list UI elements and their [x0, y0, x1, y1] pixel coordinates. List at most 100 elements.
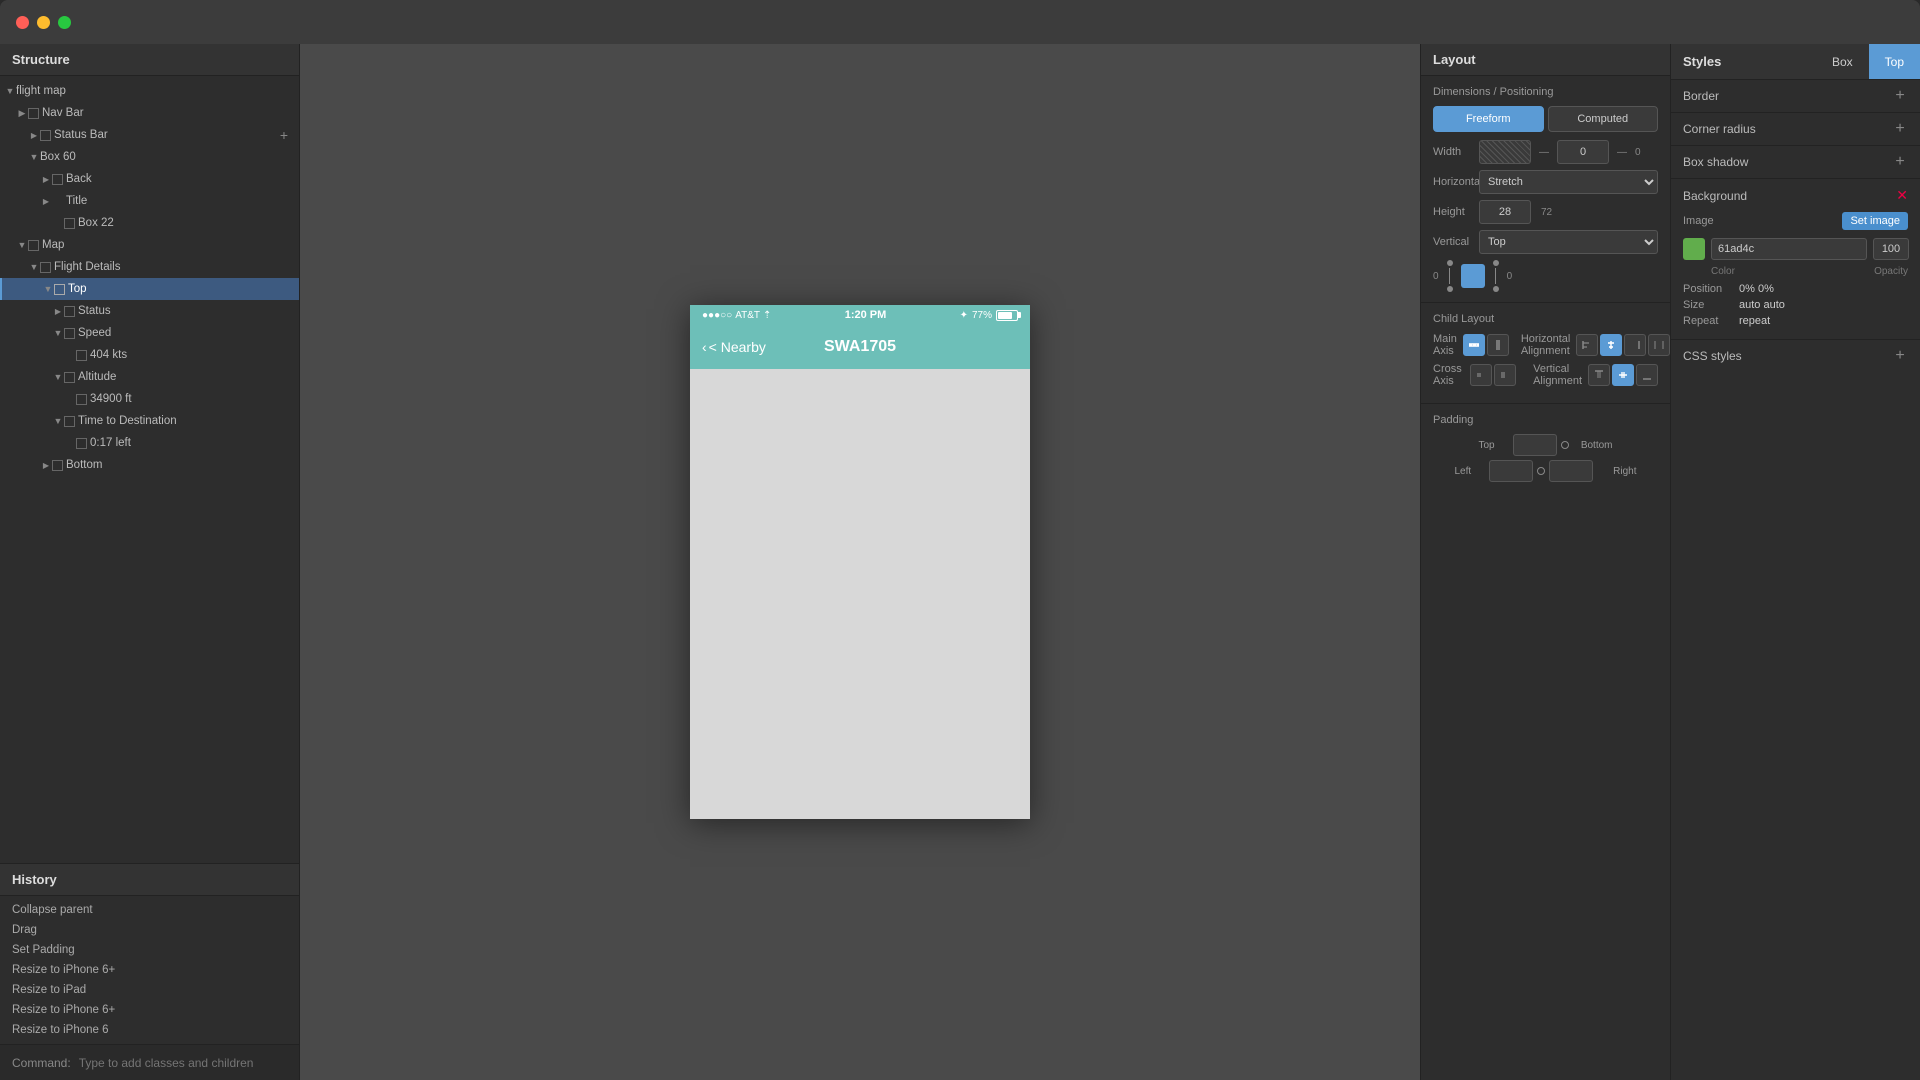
tree-label-017left: 0:17 left — [90, 437, 291, 449]
checkbox-title[interactable] — [52, 196, 63, 207]
freeform-button[interactable]: Freeform — [1433, 106, 1544, 132]
padding-title: Padding — [1433, 414, 1658, 426]
padding-left-input[interactable] — [1489, 460, 1533, 482]
vert-center-btn[interactable] — [1612, 364, 1634, 386]
checkbox-navbar[interactable] — [28, 108, 39, 119]
cross-btn-2[interactable] — [1494, 364, 1516, 386]
history-item-3[interactable]: Resize to iPhone 6+ — [0, 960, 299, 980]
tree-item-altitude[interactable]: ▼ Altitude — [0, 366, 299, 388]
align-left-btn[interactable] — [1576, 334, 1598, 356]
checkbox-box22[interactable] — [64, 218, 75, 229]
tree-item-top[interactable]: ▼ Top — [0, 278, 299, 300]
history-item-2[interactable]: Set Padding — [0, 940, 299, 960]
vertical-select[interactable]: Top — [1479, 230, 1658, 254]
vert-bottom-btn[interactable] — [1636, 364, 1658, 386]
bg-position-row: Position 0% 0% — [1683, 283, 1908, 295]
axis-btn-col[interactable] — [1487, 334, 1509, 356]
tree-item-time-to-dest[interactable]: ▼ Time to Destination — [0, 410, 299, 432]
add-border-button[interactable]: + — [1892, 88, 1908, 104]
cross-btn-1[interactable] — [1470, 364, 1492, 386]
history-panel: History Collapse parent Drag Set Padding… — [0, 863, 299, 1044]
pos-dot-tr — [1493, 260, 1499, 266]
align-justify-btn[interactable] — [1648, 334, 1670, 356]
styles-title: Styles — [1683, 54, 1816, 69]
padding-top-input[interactable] — [1513, 434, 1557, 456]
checkbox-bottom[interactable] — [52, 460, 63, 471]
close-button[interactable] — [16, 16, 29, 29]
tree-item-404kts[interactable]: 404 kts — [0, 344, 299, 366]
tree-item-flight-map[interactable]: ▼ flight map — [0, 80, 299, 102]
remove-background-button[interactable]: ✕ — [1896, 187, 1908, 204]
history-item-6[interactable]: Resize to iPhone 6 — [0, 1020, 299, 1040]
add-corner-radius-button[interactable]: + — [1892, 121, 1908, 137]
tree-item-speed[interactable]: ▼ Speed — [0, 322, 299, 344]
tree-item-34900ft[interactable]: 34900 ft — [0, 388, 299, 410]
horizontal-select[interactable]: Stretch — [1479, 170, 1658, 194]
tree-arrow-map: ▼ — [16, 239, 28, 251]
tree-item-back[interactable]: ▶ Back — [0, 168, 299, 190]
maximize-button[interactable] — [58, 16, 71, 29]
tree-arrow: ▼ — [4, 85, 16, 97]
checkbox-status[interactable] — [64, 306, 75, 317]
checkbox-altitude[interactable] — [64, 372, 75, 383]
computed-button[interactable]: Computed — [1548, 106, 1659, 132]
tree-item-flight-details[interactable]: ▼ Flight Details — [0, 256, 299, 278]
tree-item-box60[interactable]: ▼ Box 60 — [0, 146, 299, 168]
minimize-button[interactable] — [37, 16, 50, 29]
width-input[interactable] — [1557, 140, 1609, 164]
battery-fill — [998, 312, 1012, 319]
tab-box[interactable]: Box — [1816, 44, 1869, 79]
layout-header: Layout — [1421, 44, 1670, 76]
nav-back-button[interactable]: ‹ < Nearby — [702, 339, 766, 355]
height-input[interactable] — [1479, 200, 1531, 224]
bg-position-label: Position — [1683, 283, 1733, 295]
add-box-shadow-button[interactable]: + — [1892, 154, 1908, 170]
tree-item-map[interactable]: ▼ Map — [0, 234, 299, 256]
history-item-4[interactable]: Resize to iPad — [0, 980, 299, 1000]
align-right-btn[interactable] — [1624, 334, 1646, 356]
align-center-btn[interactable] — [1600, 334, 1622, 356]
command-input[interactable] — [79, 1056, 287, 1070]
main-axis-label: Main Axis — [1433, 333, 1457, 357]
padding-right-label: Right — [1597, 466, 1637, 477]
add-css-styles-button[interactable]: + — [1892, 348, 1908, 364]
padding-right-input[interactable] — [1549, 460, 1593, 482]
left-panel: Structure ▼ flight map ▶ Nav Bar ▶ — [0, 44, 300, 1080]
add-status-bar-button[interactable]: + — [277, 128, 291, 142]
checkbox-404kts[interactable] — [76, 350, 87, 361]
tree-item-status-bar[interactable]: ▶ Status Bar + — [0, 124, 299, 146]
history-item-0[interactable]: Collapse parent — [0, 900, 299, 920]
opacity-input[interactable] — [1873, 238, 1909, 260]
tab-top[interactable]: Top — [1869, 44, 1920, 79]
history-item-1[interactable]: Drag — [0, 920, 299, 940]
history-item-5[interactable]: Resize to iPhone 6+ — [0, 1000, 299, 1020]
tree-arrow-time-to-dest: ▼ — [52, 415, 64, 427]
color-swatch[interactable] — [1683, 238, 1705, 260]
checkbox-34900ft[interactable] — [76, 394, 87, 405]
checkbox-back[interactable] — [52, 174, 63, 185]
child-layout-section: Child Layout Main Axis Horizontal Alignm… — [1421, 303, 1670, 404]
wifi-icon: ⇡ — [763, 310, 771, 321]
checkbox-flight-details[interactable] — [40, 262, 51, 273]
vert-top-btn[interactable] — [1588, 364, 1610, 386]
tree-item-nav-bar[interactable]: ▶ Nav Bar — [0, 102, 299, 124]
tree-item-017left[interactable]: 0:17 left — [0, 432, 299, 454]
tree-item-bottom[interactable]: ▶ Bottom — [0, 454, 299, 476]
tree-item-status[interactable]: ▶ Status — [0, 300, 299, 322]
checkbox-speed[interactable] — [64, 328, 75, 339]
set-image-button[interactable]: Set image — [1842, 212, 1908, 230]
axis-btn-row[interactable] — [1463, 334, 1485, 356]
color-hex-input[interactable] — [1711, 238, 1867, 260]
checkbox-time-to-dest[interactable] — [64, 416, 75, 427]
box-shadow-label: Box shadow — [1683, 155, 1748, 169]
cross-axis-row: Cross Axis Vertical Alignment — [1433, 363, 1658, 387]
tree-arrow-017left — [68, 437, 76, 449]
tree-arrow-404kts — [68, 349, 76, 361]
checkbox-map[interactable] — [28, 240, 39, 251]
checkbox-statusbar[interactable] — [40, 130, 51, 141]
checkbox-017left[interactable] — [76, 438, 87, 449]
tree-item-title[interactable]: ▶ Title — [0, 190, 299, 212]
checkbox-top[interactable] — [54, 284, 65, 295]
tree-item-box22[interactable]: Box 22 — [0, 212, 299, 234]
tree-label-box22: Box 22 — [78, 217, 291, 229]
